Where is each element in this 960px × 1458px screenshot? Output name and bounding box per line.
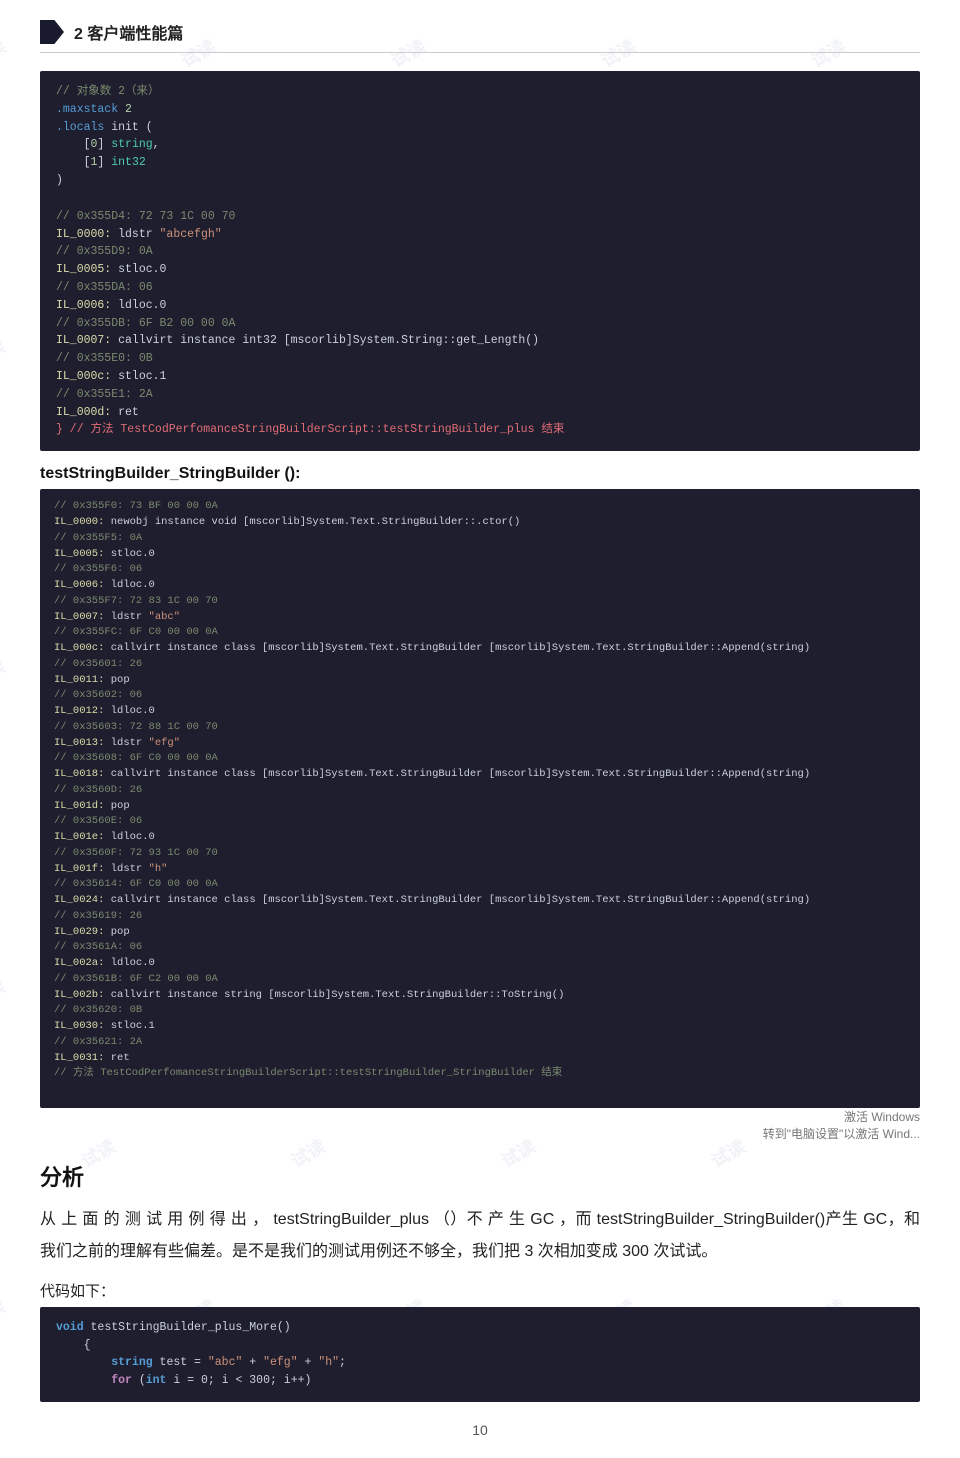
page-number: 10 bbox=[40, 1422, 920, 1438]
code-block-il-plus: // 对象数 2（来） .maxstack 2 .locals init ( [… bbox=[40, 71, 920, 451]
chapter-icon bbox=[40, 20, 64, 44]
body-text-analysis: 从 上 面 的 测 试 用 例 得 出 ， testStringBuilder_… bbox=[40, 1204, 920, 1268]
code-block-plus-more: void testStringBuilder_plus_More() { str… bbox=[40, 1307, 920, 1402]
func-title-stringbuilder: testStringBuilder_StringBuilder (): bbox=[40, 465, 920, 483]
chapter-header: 2 客户端性能篇 bbox=[40, 20, 920, 53]
win-activate-notice: 激活 Windows 转到"电脑设置"以激活 Wind... bbox=[40, 1108, 920, 1142]
code-block-il-stringbuilder: // 0x355F0: 73 BF 00 00 0A IL_0000: newo… bbox=[40, 489, 920, 1108]
chapter-title: 2 客户端性能篇 bbox=[74, 20, 183, 44]
section-heading-analysis: 分析 bbox=[40, 1160, 920, 1192]
page-content: 2 客户端性能篇 // 对象数 2（来） .maxstack 2 .locals… bbox=[0, 0, 960, 1458]
label-code-below: 代码如下： bbox=[40, 1280, 920, 1301]
